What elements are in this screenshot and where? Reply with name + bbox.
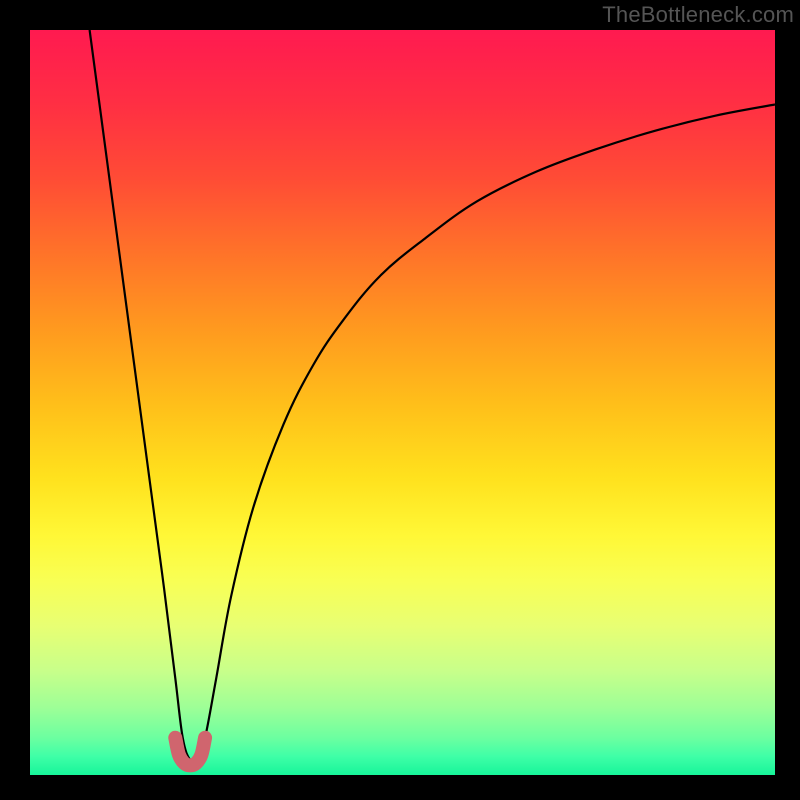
chart-canvas: [30, 30, 775, 775]
watermark-text: TheBottleneck.com: [602, 2, 794, 28]
outer-frame: TheBottleneck.com: [0, 0, 800, 800]
gradient-background: [30, 30, 775, 775]
